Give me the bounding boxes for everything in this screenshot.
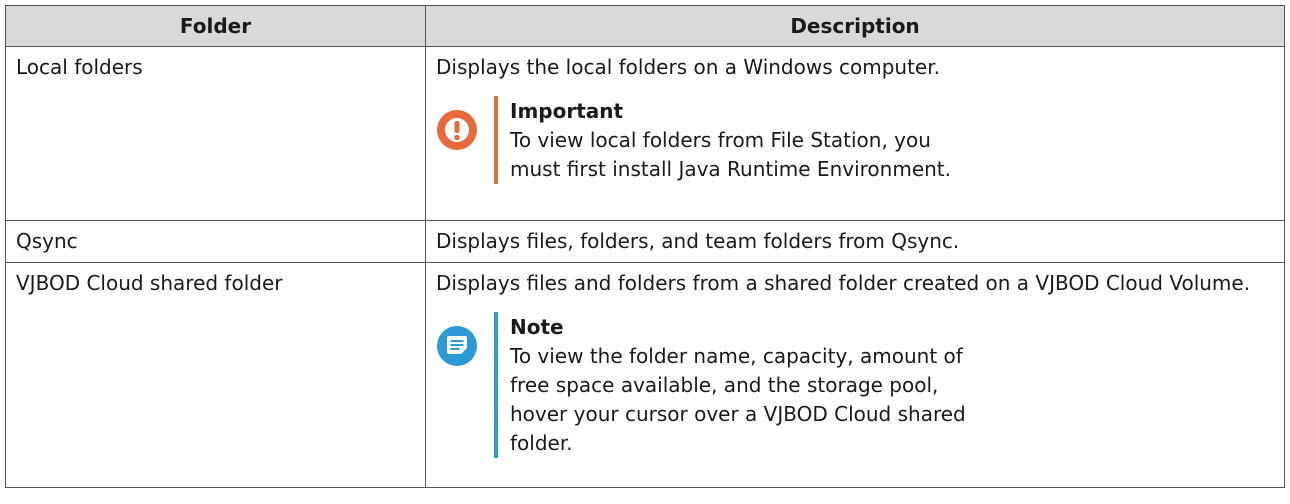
- table-row: VJBOD Cloud shared folder Displays files…: [5, 262, 1285, 488]
- callout-icon-wrap: [436, 312, 494, 375]
- callout-body: Important To view local folders from Fil…: [510, 96, 1276, 184]
- description-text: Displays files, folders, and team folder…: [436, 229, 960, 253]
- callout-accent-bar: [494, 96, 498, 184]
- note-callout: Note To view the folder name, capacity, …: [436, 312, 1276, 458]
- important-callout: Important To view local folders from Fil…: [436, 96, 1276, 184]
- callout-text: To view local folders from File Station,…: [510, 128, 951, 181]
- table-header-row: Folder Description: [5, 5, 1285, 47]
- header-folder: Folder: [5, 5, 426, 47]
- table-row: Qsync Displays files, folders, and team …: [5, 220, 1285, 263]
- callout-accent-bar: [494, 312, 498, 458]
- description-text: Displays the local folders on a Windows …: [436, 55, 940, 79]
- table-row: Local folders Displays the local folders…: [5, 46, 1285, 221]
- callout-text: To view the folder name, capacity, amoun…: [510, 344, 966, 455]
- description-cell: Displays the local folders on a Windows …: [425, 46, 1285, 221]
- folder-description-table: Folder Description Local folders Display…: [5, 5, 1285, 488]
- exclamation-icon: [437, 110, 477, 150]
- header-description: Description: [425, 5, 1285, 47]
- folder-name-cell: VJBOD Cloud shared folder: [5, 262, 426, 488]
- note-icon: [437, 326, 477, 366]
- folder-name-cell: Qsync: [5, 220, 426, 263]
- callout-icon-wrap: [436, 96, 494, 159]
- description-cell: Displays files, folders, and team folder…: [425, 220, 1285, 263]
- description-text: Displays files and folders from a shared…: [436, 271, 1251, 295]
- description-cell: Displays files and folders from a shared…: [425, 262, 1285, 488]
- callout-title: Note: [510, 315, 564, 339]
- callout-body: Note To view the folder name, capacity, …: [510, 312, 1276, 458]
- callout-title: Important: [510, 99, 624, 123]
- folder-name-cell: Local folders: [5, 46, 426, 221]
